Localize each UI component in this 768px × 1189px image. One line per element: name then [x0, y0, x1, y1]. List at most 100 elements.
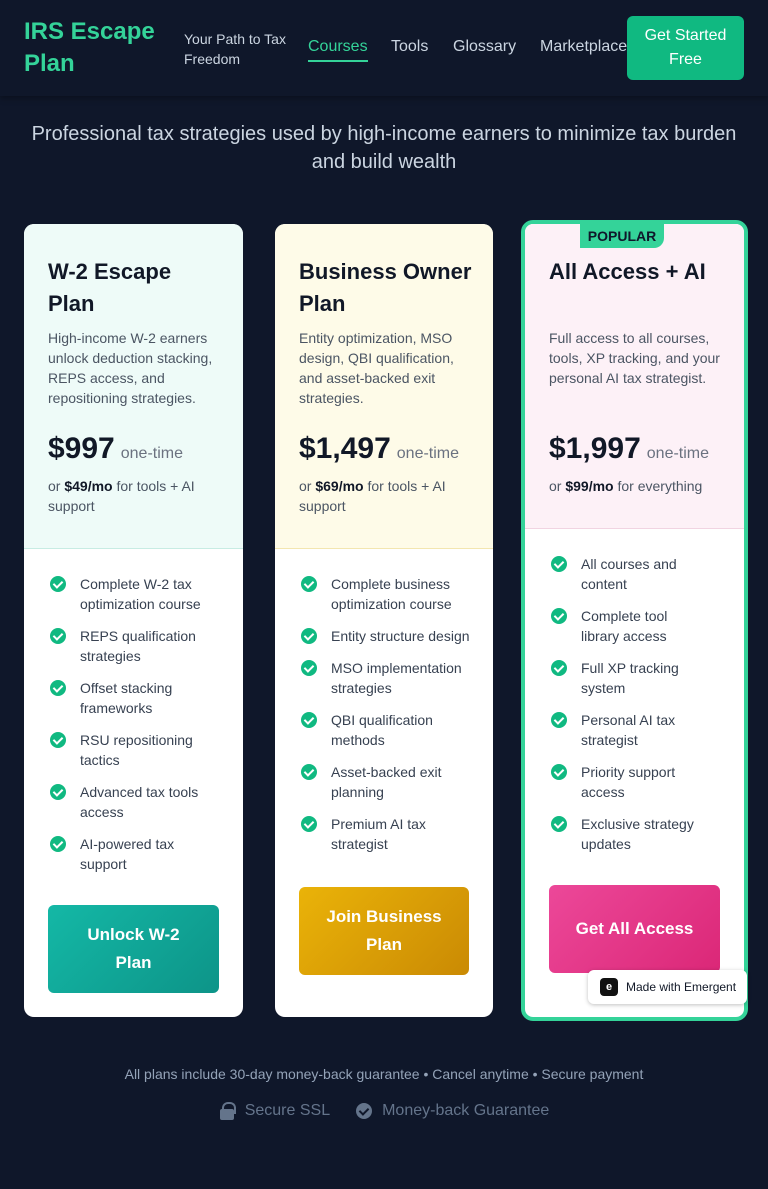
made-with-label: Made with Emergent	[626, 980, 737, 994]
feature-item: Personal AI tax strategist	[549, 710, 699, 750]
price-unit: one-time	[120, 445, 183, 462]
check-circle-icon	[551, 764, 567, 780]
feature-label: Personal AI tax strategist	[581, 712, 676, 748]
plan-price: $1,497	[299, 432, 391, 465]
feature-item: Asset-backed exit planning	[299, 762, 479, 802]
check-badge-icon	[356, 1103, 373, 1119]
feature-item: All courses and content	[549, 554, 699, 594]
price-row: $1,497 one-time	[299, 432, 459, 466]
feature-label: REPS qualification strategies	[80, 628, 196, 664]
plan-description: Entity optimization, MSO design, QBI qua…	[299, 330, 454, 406]
feature-label: Premium AI tax strategist	[331, 816, 426, 852]
check-circle-icon	[50, 628, 66, 644]
plan-card-business: Business Owner Plan Entity optimization,…	[275, 224, 493, 1017]
check-circle-icon	[301, 764, 317, 780]
plan-description: Full access to all courses, tools, XP tr…	[549, 330, 720, 386]
feature-item: Complete tool library access	[549, 606, 699, 646]
get-started-button[interactable]: Get Started Free	[627, 16, 744, 80]
monthly-option: or $49/mo for tools + AI support	[48, 476, 228, 516]
top-nav-bar: IRS Escape Plan Your Path to Tax Freedom…	[0, 0, 768, 96]
check-circle-icon	[301, 816, 317, 832]
feature-item: Exclusive strategy updates	[549, 814, 699, 854]
feature-item: Complete W-2 tax optimization course	[48, 574, 223, 614]
alt-prefix: or	[48, 478, 61, 494]
feature-label: All courses and content	[581, 556, 677, 592]
feature-item: AI-powered tax support	[48, 834, 223, 874]
guarantee-text: All plans include 30-day money-back guar…	[124, 1066, 644, 1082]
price-unit: one-time	[396, 445, 460, 462]
alt-suffix: for everything	[617, 478, 703, 494]
alt-prefix: or	[549, 478, 562, 494]
plan-title: Business Owner Plan	[299, 259, 472, 316]
alt-prefix: or	[299, 478, 312, 494]
feature-item: QBI qualification methods	[299, 710, 479, 750]
feature-label: Priority support access	[581, 764, 676, 800]
feature-list: All courses and content Complete tool li…	[549, 554, 699, 866]
feature-item: Priority support access	[549, 762, 699, 802]
money-back-badge: Money-back Guarantee	[356, 1102, 549, 1120]
monthly-price: $69/mo	[315, 478, 364, 494]
feature-label: Offset stacking frameworks	[80, 680, 173, 716]
feature-label: Entity structure design	[331, 628, 470, 644]
made-with-badge[interactable]: e Made with Emergent	[588, 970, 747, 1004]
trust-label: Money-back Guarantee	[382, 1102, 550, 1119]
feature-item: Offset stacking frameworks	[48, 678, 223, 718]
plan-card-w2: W-2 Escape Plan High-income W-2 earners …	[24, 224, 243, 1017]
feature-label: Advanced tax tools access	[80, 784, 199, 820]
check-circle-icon	[50, 680, 66, 696]
feature-item: Complete business optimization course	[299, 574, 479, 614]
nav-marketplace[interactable]: Marketplace	[540, 37, 627, 57]
feature-label: Complete tool library access	[581, 608, 668, 644]
brand-tagline: Your Path to Tax Freedom	[184, 31, 286, 67]
price-unit: one-time	[646, 445, 710, 462]
feature-label: MSO implementation strategies	[331, 660, 462, 696]
monthly-price: $99/mo	[565, 478, 614, 494]
monthly-option: or $99/mo for everything	[549, 476, 729, 496]
feature-label: Complete business optimization course	[331, 576, 452, 612]
feature-item: REPS qualification strategies	[48, 626, 223, 666]
feature-label: AI-powered tax support	[80, 836, 175, 872]
price-row: $1,997 one-time	[549, 432, 709, 466]
feature-list: Complete business optimization course En…	[299, 574, 479, 866]
plan-price: $997	[48, 432, 115, 465]
nav-tools[interactable]: Tools	[391, 37, 428, 57]
price-row: $997 one-time	[48, 432, 183, 466]
nav-glossary[interactable]: Glossary	[453, 37, 516, 57]
monthly-option: or $69/mo for tools + AI support	[299, 476, 479, 516]
check-circle-icon	[301, 712, 317, 728]
pricing-intro: Professional tax strategies used by high…	[31, 123, 737, 173]
plan-title: W-2 Escape Plan	[48, 259, 172, 316]
check-circle-icon	[50, 836, 66, 852]
check-circle-icon	[301, 628, 317, 644]
trust-badges: Secure SSL Money-back Guarantee	[0, 1102, 768, 1120]
lock-icon	[219, 1102, 236, 1120]
feature-label: Complete W-2 tax optimization course	[80, 576, 201, 612]
feature-item: Entity structure design	[299, 626, 479, 646]
nav-courses[interactable]: Courses	[308, 37, 368, 62]
plan-price: $1,997	[549, 432, 641, 465]
feature-label: Asset-backed exit planning	[331, 764, 442, 800]
plan-card-all-access: POPULAR All Access + AI Full access to a…	[521, 220, 748, 1021]
feature-item: RSU repositioning tactics	[48, 730, 223, 770]
check-circle-icon	[551, 556, 567, 572]
check-circle-icon	[551, 816, 567, 832]
get-all-access-button[interactable]: Get All Access	[549, 885, 720, 973]
feature-item: MSO implementation strategies	[299, 658, 479, 698]
unlock-w2-button[interactable]: Unlock W-2 Plan	[48, 905, 219, 993]
join-business-button[interactable]: Join Business Plan	[299, 887, 469, 975]
check-circle-icon	[301, 660, 317, 676]
feature-label: QBI qualification methods	[331, 712, 433, 748]
feature-label: Full XP tracking system	[581, 660, 679, 696]
brand-logo[interactable]: IRS Escape Plan	[24, 16, 174, 80]
emergent-logo-icon: e	[600, 978, 618, 996]
check-circle-icon	[551, 660, 567, 676]
plan-description: High-income W-2 earners unlock deduction…	[48, 330, 213, 406]
trust-label: Secure SSL	[244, 1102, 331, 1119]
check-circle-icon	[50, 732, 66, 748]
plan-title: All Access + AI	[549, 259, 706, 284]
check-circle-icon	[551, 608, 567, 624]
feature-label: RSU repositioning tactics	[80, 732, 193, 768]
monthly-price: $49/mo	[64, 478, 113, 494]
feature-item: Advanced tax tools access	[48, 782, 223, 822]
feature-label: Exclusive strategy updates	[581, 816, 694, 852]
